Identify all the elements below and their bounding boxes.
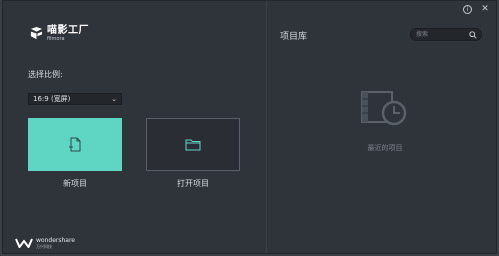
new-project-label: 新项目 bbox=[63, 179, 87, 188]
aspect-ratio-label: 选择比例: bbox=[28, 70, 63, 79]
brand-name: wondershare bbox=[36, 237, 75, 244]
wondershare-logo-icon bbox=[15, 238, 33, 248]
search-icon[interactable] bbox=[469, 31, 477, 39]
empty-state-label: 最近的项目 bbox=[367, 144, 403, 152]
folder-icon bbox=[185, 139, 201, 151]
project-library-panel: 项目库 最近的项目 bbox=[267, 1, 496, 253]
launcher-window: i ✕ 喵影工厂 filmora 选择比例: 16:9 (宽屏) ⌄ 新项目 打… bbox=[2, 0, 497, 254]
open-project-button[interactable] bbox=[146, 118, 240, 171]
left-panel: 喵影工厂 filmora 选择比例: 16:9 (宽屏) ⌄ 新项目 打开项目 bbox=[3, 1, 267, 253]
open-project-label: 打开项目 bbox=[177, 179, 209, 188]
aspect-ratio-dropdown[interactable]: 16:9 (宽屏) ⌄ bbox=[28, 93, 122, 105]
film-clock-icon bbox=[361, 91, 407, 126]
new-project-button[interactable] bbox=[28, 118, 122, 171]
chevron-down-icon: ⌄ bbox=[111, 95, 117, 103]
new-file-icon bbox=[69, 137, 81, 151]
project-search bbox=[410, 28, 482, 41]
project-library-title: 项目库 bbox=[280, 32, 308, 42]
brand-name-cn: 万兴科技 bbox=[36, 244, 52, 249]
search-input[interactable] bbox=[416, 30, 466, 39]
app-logo: 喵影工厂 filmora bbox=[30, 25, 89, 42]
wondershare-brand: wondershare 万兴科技 bbox=[15, 237, 75, 249]
filmora-logo-icon bbox=[30, 27, 43, 40]
app-name-en: filmora bbox=[47, 36, 65, 42]
aspect-ratio-value: 16:9 (宽屏) bbox=[33, 95, 71, 103]
app-name: 喵影工厂 bbox=[47, 25, 89, 36]
